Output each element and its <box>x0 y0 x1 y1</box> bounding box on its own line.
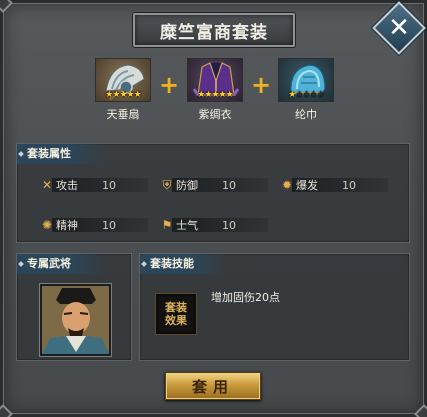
attr-burst: ✹ 爆发 10 <box>280 177 388 193</box>
star-empty-icon: ★ <box>302 90 310 100</box>
spirit-icon: ✺ <box>41 218 53 232</box>
item-name: 天垂扇 <box>106 108 140 121</box>
apply-button-label: 套用 <box>191 377 234 396</box>
banner-icon: ⚑ <box>161 218 173 232</box>
star-filled-icon: ★ <box>218 90 227 100</box>
star-empty-icon: ★ <box>316 90 325 100</box>
skill-description: 增加固伤20点 <box>211 291 280 304</box>
swords-icon: ✕ <box>41 178 53 192</box>
window-title: 糜竺富商套装 <box>160 22 268 43</box>
attr-value: 10 <box>102 178 116 192</box>
attr-morale: ⚑ 士气 10 <box>160 217 268 233</box>
attr-label: 精神 <box>56 219 78 232</box>
attr-value: 10 <box>222 218 236 232</box>
star-filled-icon: ★ <box>119 90 127 100</box>
attr-label: 攻击 <box>56 179 78 192</box>
attr-attack: ✕ 攻击 10 <box>40 177 148 193</box>
close-icon[interactable]: ✕ <box>380 9 418 47</box>
apply-button[interactable]: 套用 <box>165 372 261 400</box>
set-item-robe[interactable]: ★★★★★ 紫绸衣 <box>187 58 243 122</box>
star-filled-icon: ★ <box>126 90 135 100</box>
set-effect-icon[interactable]: 套装 效果 <box>155 293 197 335</box>
set-skill-title: 套装技能 <box>140 254 226 274</box>
shield-icon: ⛨ <box>162 178 172 192</box>
fan-icon: ★★★★★ <box>95 58 151 102</box>
star-filled-icon: ★ <box>133 90 142 100</box>
skill-icon-text: 套装 <box>165 301 187 314</box>
star-empty-icon: ★ <box>309 90 318 100</box>
star-filled-icon: ★ <box>211 90 219 100</box>
plus-icon: + <box>251 71 272 99</box>
skill-icon-text: 效果 <box>165 314 187 327</box>
attr-spirit: ✺ 精神 10 <box>40 217 148 233</box>
set-attributes-title: 套装属性 <box>17 144 103 164</box>
star-rating: ★★★★★ <box>188 90 242 100</box>
item-name: 纶巾 <box>295 108 317 121</box>
general-portrait[interactable] <box>40 284 111 356</box>
attr-label: 士气 <box>176 219 198 232</box>
item-name: 紫绸衣 <box>198 108 232 121</box>
robe-icon: ★★★★★ <box>187 58 243 102</box>
set-item-fan[interactable]: ★★★★★ 天垂扇 <box>95 58 151 122</box>
attr-defense: ⛨ 防御 10 <box>160 177 268 193</box>
headscarf-icon: ★★★★★ <box>278 58 334 102</box>
star-rating: ★★★★★ <box>96 90 150 100</box>
exclusive-general-title: 专属武将 <box>17 254 103 274</box>
window-title-plate: 糜竺富商套装 <box>133 13 295 47</box>
attr-value: 10 <box>102 218 116 232</box>
set-item-headscarf[interactable]: ★★★★★ 纶巾 <box>278 58 334 122</box>
burst-icon: ✹ <box>281 178 293 192</box>
attr-label: 防御 <box>176 179 198 192</box>
star-filled-icon: ★ <box>225 90 234 100</box>
attr-value: 10 <box>222 178 236 192</box>
plus-icon: + <box>159 71 180 99</box>
star-rating: ★★★★★ <box>279 90 333 100</box>
attr-value: 10 <box>342 178 356 192</box>
attr-label: 爆发 <box>296 179 318 192</box>
